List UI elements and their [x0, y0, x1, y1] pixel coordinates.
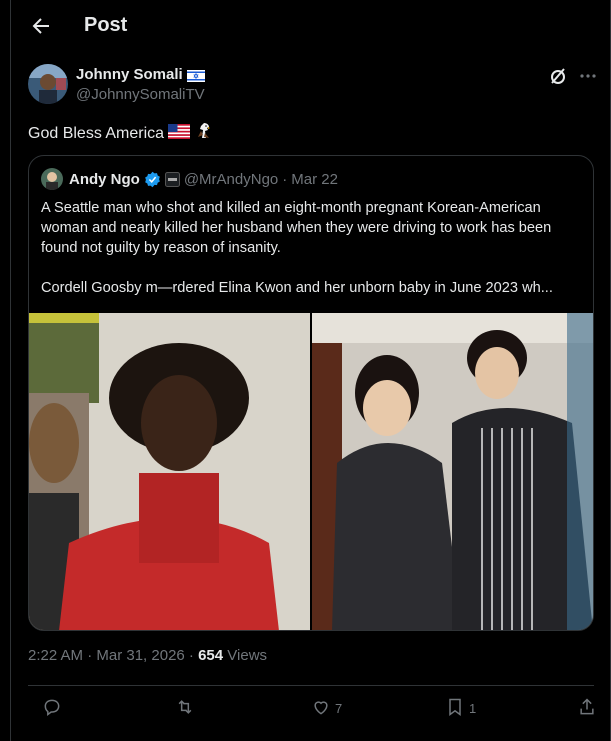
quoted-author-name: Andy Ngo: [69, 170, 140, 188]
like-button[interactable]: 7: [311, 697, 342, 720]
header: Post: [11, 0, 610, 54]
author-name-row: Johnny Somali: [76, 66, 205, 83]
quoted-avatar: [41, 168, 63, 190]
views-count: 654: [198, 647, 224, 664]
reply-icon: [42, 697, 62, 720]
bookmark-icon: [445, 697, 465, 720]
verified-icon: [144, 171, 161, 188]
post-timestamp[interactable]: 2:22 AM · Mar 31, 2026 ·: [28, 647, 198, 664]
avatar[interactable]: [28, 64, 68, 104]
quoted-image-right[interactable]: [312, 313, 593, 630]
quoted-paragraph-2: Cordell Goosby m—rdered Elina Kwon and h…: [41, 280, 553, 296]
bookmark-button[interactable]: 1: [445, 697, 476, 720]
eagle-icon: [194, 121, 214, 146]
flag-israel-icon: [186, 69, 205, 82]
quoted-paragraph-1: A Seattle man who shot and killed an eig…: [41, 200, 552, 256]
quoted-author-handle: @MrAndyNgo: [183, 170, 279, 188]
grok-icon[interactable]: [548, 66, 568, 86]
quoted-post-header: Andy Ngo @MrAndyNgo · Mar 22: [41, 168, 338, 190]
more-icon[interactable]: [578, 66, 598, 86]
org-badge-icon: [164, 171, 180, 187]
share-button[interactable]: [577, 697, 597, 720]
repost-button[interactable]: [175, 697, 199, 720]
repost-icon: [175, 697, 195, 720]
quoted-media: [29, 313, 593, 630]
post-text-content: God Bless America: [28, 124, 165, 142]
views-label: Views: [223, 647, 268, 664]
flag-usa-icon: [168, 123, 191, 144]
author-name[interactable]: Johnny Somali: [76, 66, 183, 83]
post-column: Post Johnny Somali @JohnnySomaliTV God B…: [10, 0, 611, 741]
action-bar: 7 1: [28, 685, 594, 731]
page-title: Post: [84, 14, 128, 36]
back-arrow-icon[interactable]: [29, 14, 53, 38]
reply-button[interactable]: [42, 697, 66, 720]
quoted-separator: ·: [282, 170, 288, 188]
post-author: Johnny Somali @JohnnySomaliTV: [28, 64, 598, 108]
quoted-text: A Seattle man who shot and killed an eig…: [41, 198, 586, 298]
quoted-image-left[interactable]: [29, 313, 310, 630]
quoted-date: Mar 22: [291, 170, 338, 188]
post-text: God Bless America: [28, 121, 214, 146]
post-meta: 2:22 AM · Mar 31, 2026 · 654 Views: [28, 647, 267, 664]
author-handle[interactable]: @JohnnySomaliTV: [76, 86, 205, 103]
bookmark-count: 1: [469, 701, 477, 716]
quoted-post[interactable]: Andy Ngo @MrAndyNgo · Mar 22 A Seattle m…: [28, 155, 594, 631]
share-icon: [577, 697, 597, 720]
like-count: 7: [335, 701, 343, 716]
like-icon: [311, 697, 331, 720]
